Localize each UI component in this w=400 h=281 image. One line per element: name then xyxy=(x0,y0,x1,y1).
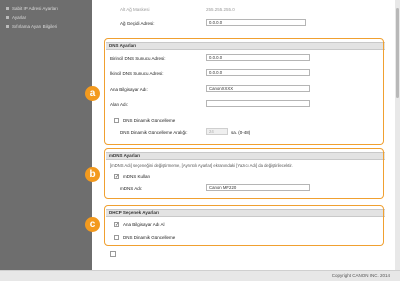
nav-item-reset-info[interactable]: Sıfırlama Ayarı Bilgileri xyxy=(6,24,57,29)
scrollbar-thumb[interactable] xyxy=(396,8,399,98)
nav-item-label: Sıfırlama Ayarı Bilgileri xyxy=(12,24,58,29)
bullet-icon xyxy=(6,7,9,11)
callout-a: a xyxy=(85,86,100,101)
subnet-value: 255.255.255.0 xyxy=(206,7,235,12)
left-navigation: Sabit IP Adresi Ayarları Ayarlar Sıfırla… xyxy=(0,0,92,281)
subnet-label: Alt Ağ Maskesi xyxy=(120,7,150,12)
nav-item-settings[interactable]: Ayarlar xyxy=(6,15,26,20)
nav-item-label: Sabit IP Adresi Ayarları xyxy=(12,6,58,11)
gateway-input[interactable]: 0.0.0.0 xyxy=(206,19,306,26)
copyright-text: Copyright CANON INC. 2014 xyxy=(331,273,390,278)
bullet-icon xyxy=(6,25,9,29)
callout-c: c xyxy=(85,217,100,232)
highlight-box-dhcp xyxy=(104,205,384,246)
highlight-box-dns xyxy=(104,38,384,145)
nav-item-static-ip[interactable]: Sabit IP Adresi Ayarları xyxy=(6,6,58,11)
highlight-box-mdns xyxy=(104,148,384,199)
gateway-label: Ağ Geçidi Adresi: xyxy=(120,21,155,26)
callout-b: b xyxy=(85,167,100,182)
screenshot-frame: Sabit IP Adresi Ayarları Ayarlar Sıfırla… xyxy=(0,0,400,281)
nav-item-label: Ayarlar xyxy=(12,15,27,20)
bullet-icon xyxy=(6,16,9,20)
footer: Copyright CANON INC. 2014 xyxy=(0,270,400,281)
page-top-button[interactable] xyxy=(110,251,116,257)
